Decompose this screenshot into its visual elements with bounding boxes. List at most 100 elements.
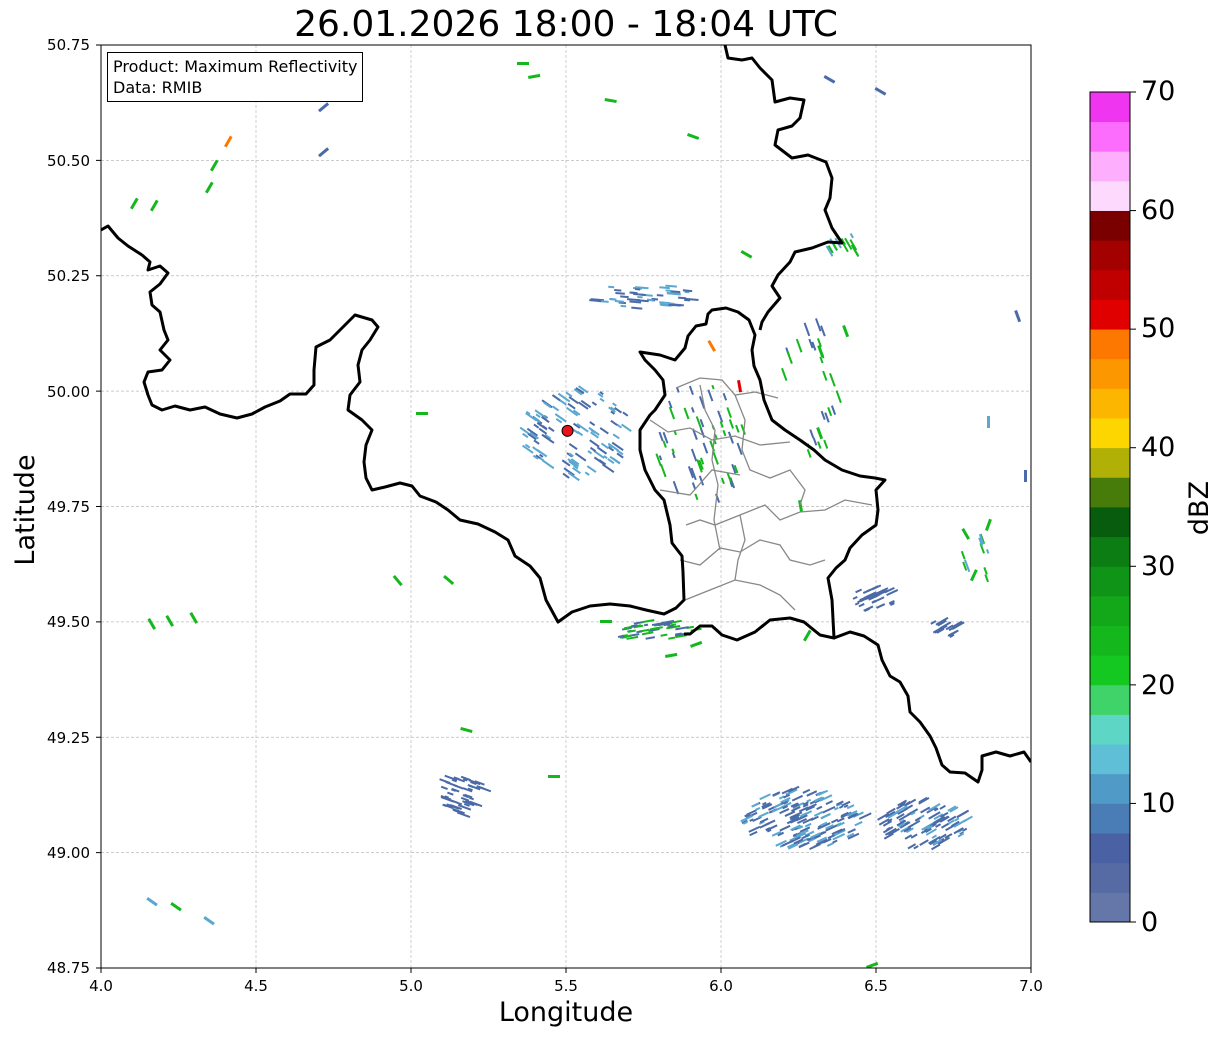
echo-cell (825, 800, 833, 806)
echo-cell (835, 390, 842, 404)
echo-cell (620, 295, 629, 299)
echo-cell (809, 429, 815, 439)
echo-streak (816, 427, 824, 440)
echo-cell (717, 410, 724, 423)
colorbar-segment (1090, 269, 1130, 300)
echo-streak (209, 159, 219, 172)
colorbar-segment (1090, 892, 1130, 923)
echo-streak (165, 615, 175, 627)
echo-cell (614, 289, 622, 292)
echo-cell (855, 588, 863, 594)
colorbar-label: dBZ (1184, 480, 1215, 536)
x-tick-label: 7.0 (1019, 977, 1043, 995)
colorbar-segment (1090, 388, 1130, 419)
colorbar (1089, 91, 1136, 923)
echo-streak (1024, 470, 1027, 482)
y-tick-label: 50.25 (47, 267, 90, 285)
echo-cell (919, 839, 929, 846)
echo-cell (748, 825, 761, 833)
echo-streak (392, 575, 403, 587)
echo-cell (589, 439, 600, 448)
echo-cell (440, 785, 448, 791)
x-tick-label: 4.5 (244, 977, 268, 995)
echo-cell (589, 421, 596, 427)
echo-cell (816, 805, 823, 811)
echo-cell (668, 636, 676, 640)
info-box: Product: Maximum Reflectivity Data: RMIB (107, 52, 364, 102)
echo-streak (600, 620, 612, 623)
colorbar-segment (1090, 655, 1130, 686)
echo-cell (587, 450, 593, 455)
colorbar-segment (1090, 595, 1130, 626)
echo-cell (817, 441, 822, 449)
echo-streak (803, 629, 812, 642)
colorbar-tick-label: 60 (1141, 195, 1176, 226)
echo-cell (939, 804, 946, 810)
colorbar-segment (1090, 447, 1130, 478)
colorbar-segment (1090, 684, 1130, 715)
colorbar-segment (1090, 477, 1130, 508)
echo-cell (728, 419, 735, 429)
echo-cell (688, 385, 694, 395)
echo-cell (612, 402, 617, 407)
echo-cell (722, 392, 728, 401)
echo-cell (726, 407, 732, 418)
echo-cell (683, 407, 690, 420)
echo-cell (525, 412, 538, 422)
echo-cell (702, 442, 709, 454)
colorbar-segment (1090, 862, 1130, 893)
echo-cell (633, 292, 646, 297)
echo-cell (610, 297, 615, 301)
colorbar-segment (1090, 566, 1130, 597)
echo-cell (820, 410, 826, 421)
echo-cell (791, 794, 803, 802)
colorbar-tick-label: 10 (1141, 788, 1176, 819)
echo-cell (812, 437, 818, 446)
echo-cell (960, 550, 966, 560)
echo-cell (586, 465, 597, 473)
y-tick-label: 49.25 (47, 729, 90, 747)
colorbar-tick-label: 40 (1141, 432, 1176, 463)
colorbar-tick-label: 0 (1141, 907, 1159, 938)
colorbar-segment (1090, 773, 1130, 804)
echo-cell (690, 407, 695, 413)
colorbar-segment (1090, 803, 1130, 834)
colorbar-tick-label: 70 (1141, 76, 1176, 107)
x-tick-label: 6.5 (864, 977, 888, 995)
echo-cell (627, 629, 636, 633)
echo-streak (737, 380, 743, 393)
echo-streak (443, 575, 455, 586)
echo-cell (665, 289, 672, 292)
x-tick-label: 6.0 (709, 977, 733, 995)
y-tick-label: 50.00 (47, 383, 90, 401)
echo-cell (824, 412, 830, 423)
echo-cell (781, 367, 788, 381)
reflectivity-echoes (130, 62, 1027, 968)
echo-streak (690, 640, 703, 648)
y-axis-label: Latitude (10, 454, 41, 566)
echo-streak (170, 902, 182, 912)
echo-cell (751, 802, 760, 808)
echo-cell (690, 448, 698, 462)
echo-streak (517, 62, 529, 65)
echo-cell (610, 419, 618, 426)
echo-cell (615, 291, 625, 295)
echo-cell (600, 442, 610, 450)
echo-streak (817, 345, 825, 358)
echo-streak (961, 528, 970, 540)
echo-streak (707, 340, 717, 352)
echo-cell (641, 631, 654, 636)
echo-streak (203, 915, 215, 926)
echo-cell (820, 812, 831, 820)
echo-cell (642, 619, 655, 624)
echo-cell (645, 636, 656, 640)
echo-cell (829, 372, 836, 387)
echo-streak (1014, 310, 1022, 323)
x-tick-label: 4.0 (89, 977, 113, 995)
echo-cell (985, 549, 990, 554)
echo-cell (720, 477, 725, 485)
echo-streak (460, 727, 473, 734)
radar-site-marker (561, 424, 574, 437)
echo-cell (779, 824, 791, 832)
echo-cell (858, 603, 865, 608)
